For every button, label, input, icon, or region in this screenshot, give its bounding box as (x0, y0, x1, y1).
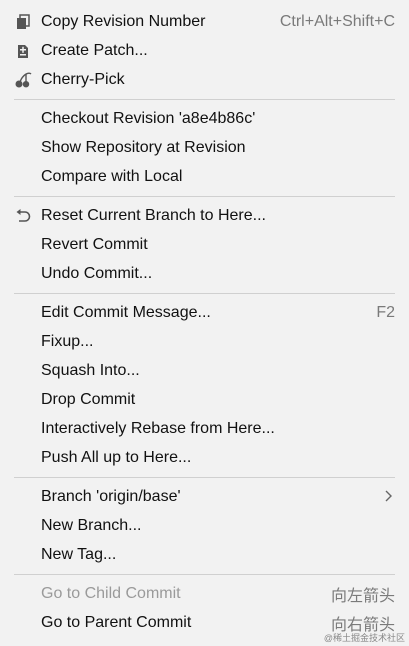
menu-item-label: Go to Child Commit (41, 584, 181, 602)
menu-item-new-branch[interactable]: New Branch... (0, 511, 409, 540)
menu-item-interactively-rebase[interactable]: Interactively Rebase from Here... (0, 414, 409, 443)
menu-item-edit-commit-message[interactable]: Edit Commit Message... F2 (0, 298, 409, 327)
menu-item-fixup[interactable]: Fixup... (0, 327, 409, 356)
undo-arrow-icon (14, 207, 32, 225)
menu-item-label: Drop Commit (41, 390, 136, 408)
menu-item-branch-origin-base[interactable]: Branch 'origin/base' (0, 482, 409, 511)
menu-item-revert-commit[interactable]: Revert Commit (0, 230, 409, 259)
menu-item-go-to-child-commit: Go to Child Commit 向左箭头 (0, 579, 409, 608)
copy-icon (14, 13, 32, 31)
menu-item-label: Checkout Revision 'a8e4b86c' (41, 109, 256, 127)
menu-item-squash-into[interactable]: Squash Into... (0, 356, 409, 385)
menu-item-label: Go to Parent Commit (41, 613, 192, 631)
menu-item-label: Copy Revision Number (41, 12, 206, 30)
menu-item-checkout-revision[interactable]: Checkout Revision 'a8e4b86c' (0, 104, 409, 133)
menu-item-label: Undo Commit... (41, 264, 153, 282)
menu-item-label: Reset Current Branch to Here... (41, 206, 266, 224)
menu-item-label: New Branch... (41, 516, 142, 534)
menu-item-label: Compare with Local (41, 167, 183, 185)
menu-item-shortcut: F2 (376, 303, 395, 321)
menu-item-label: Create Patch... (41, 41, 148, 59)
menu-item-new-tag[interactable]: New Tag... (0, 540, 409, 569)
menu-item-label: Interactively Rebase from Here... (41, 419, 275, 437)
menu-item-label: Branch 'origin/base' (41, 487, 181, 505)
menu-item-label: Push All up to Here... (41, 448, 192, 466)
menu-separator (0, 472, 409, 482)
menu-item-label: Cherry-Pick (41, 70, 125, 88)
menu-separator (0, 191, 409, 201)
menu-item-show-repository-at-revision[interactable]: Show Repository at Revision (0, 133, 409, 162)
menu-item-create-patch[interactable]: Create Patch... (0, 36, 409, 65)
cherry-icon (14, 71, 32, 89)
menu-item-label: New Tag... (41, 545, 117, 563)
context-menu: Copy Revision Number Ctrl+Alt+Shift+C Cr… (0, 0, 409, 646)
menu-separator (0, 288, 409, 298)
menu-item-reset-current-branch[interactable]: Reset Current Branch to Here... (0, 201, 409, 230)
menu-item-label: Squash Into... (41, 361, 140, 379)
menu-item-compare-with-local[interactable]: Compare with Local (0, 162, 409, 191)
menu-item-copy-revision-number[interactable]: Copy Revision Number Ctrl+Alt+Shift+C (0, 7, 409, 36)
menu-item-label: Fixup... (41, 332, 94, 350)
menu-item-shortcut: Ctrl+Alt+Shift+C (279, 12, 395, 30)
patch-icon (14, 42, 32, 60)
menu-separator (0, 569, 409, 579)
menu-separator (0, 94, 409, 104)
menu-item-drop-commit[interactable]: Drop Commit (0, 385, 409, 414)
menu-item-label: Revert Commit (41, 235, 148, 253)
menu-item-cherry-pick[interactable]: Cherry-Pick (0, 65, 409, 94)
menu-item-label: Show Repository at Revision (41, 138, 246, 156)
chevron-right-icon (383, 489, 393, 503)
menu-item-undo-commit[interactable]: Undo Commit... (0, 259, 409, 288)
watermark: @稀土掘金技术社区 (323, 633, 405, 643)
menu-item-shortcut: 向左箭头 (330, 587, 395, 605)
menu-item-push-all-up-to-here[interactable]: Push All up to Here... (0, 443, 409, 472)
menu-item-label: Edit Commit Message... (41, 303, 211, 321)
